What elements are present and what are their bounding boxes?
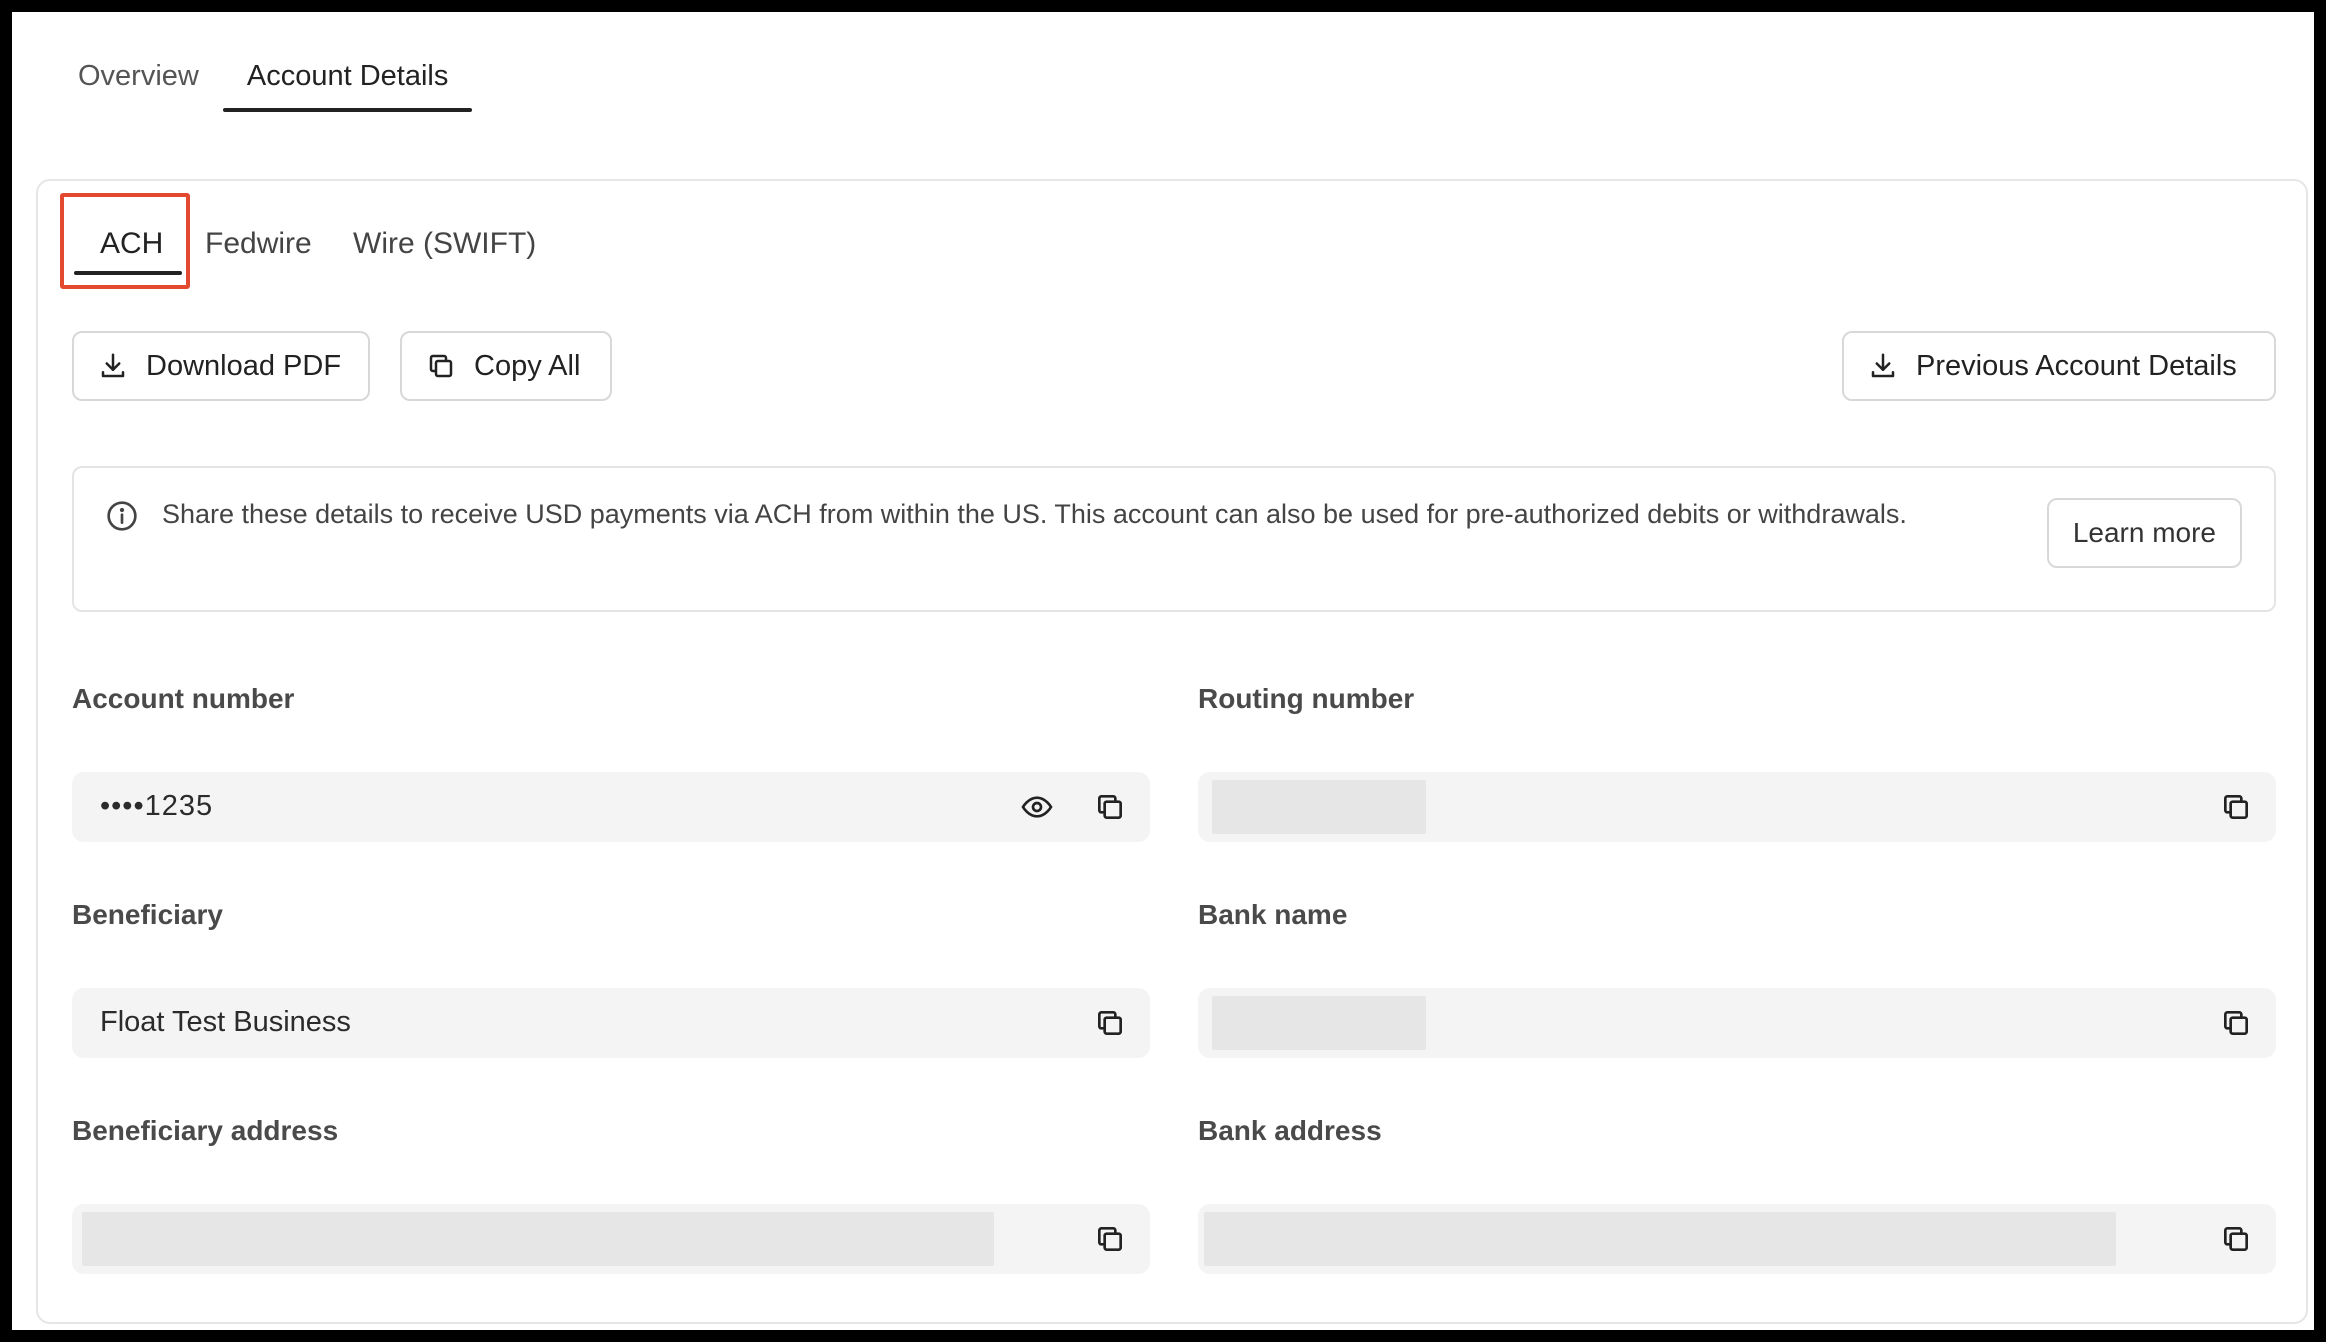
learn-more-button[interactable]: Learn more	[2046, 498, 2242, 568]
ach-info-banner: Share these details to receive USD payme…	[72, 466, 2276, 612]
redacted-value	[1212, 780, 1426, 834]
account-number-label: Account number	[72, 683, 295, 714]
copy-all-label: Copy All	[474, 349, 581, 382]
window-frame: Overview Account Details ACH Fedwire Wir…	[0, 0, 2326, 1342]
download-icon	[1868, 351, 1898, 381]
copy-all-button[interactable]: Copy All	[400, 331, 612, 401]
tab-ach-label: ACH	[100, 227, 164, 260]
beneficiary-field: Float Test Business	[72, 988, 1150, 1058]
redacted-value	[82, 1212, 994, 1266]
active-tab-indicator	[74, 271, 182, 275]
copy-icon[interactable]	[2220, 1007, 2252, 1039]
account-details-card: ACH Fedwire Wire (SWIFT) Download PDF Co…	[36, 179, 2308, 1324]
previous-account-details-button[interactable]: Previous Account Details	[1842, 331, 2276, 401]
routing-number-label: Routing number	[1198, 683, 1415, 714]
download-icon	[98, 351, 128, 381]
download-pdf-button[interactable]: Download PDF	[72, 331, 370, 401]
tab-wire-label: Wire (SWIFT)	[353, 227, 537, 260]
page: Overview Account Details ACH Fedwire Wir…	[24, 24, 2308, 1324]
tab-fedwire-label: Fedwire	[205, 227, 312, 260]
bank-address-field	[1198, 1204, 2276, 1274]
copy-icon[interactable]	[2220, 1223, 2252, 1255]
eye-icon[interactable]	[1020, 791, 1054, 823]
redacted-value	[1212, 996, 1426, 1050]
copy-icon[interactable]	[2220, 791, 2252, 823]
beneficiary-address-field	[72, 1204, 1150, 1274]
previous-account-details-label: Previous Account Details	[1916, 349, 2237, 382]
beneficiary-value: Float Test Business	[100, 1006, 351, 1038]
redacted-value	[1204, 1212, 2116, 1266]
routing-number-field	[1198, 772, 2276, 842]
top-tabs: Overview Account Details	[54, 46, 472, 112]
account-number-value: ••••1235	[100, 790, 214, 822]
bank-name-field	[1198, 988, 2276, 1058]
tab-ach[interactable]: ACH	[60, 193, 190, 289]
beneficiary-label: Beneficiary	[72, 899, 223, 930]
info-text: Share these details to receive USD payme…	[162, 499, 1907, 529]
copy-icon[interactable]	[1094, 1007, 1126, 1039]
bank-name-label: Bank name	[1198, 899, 1348, 930]
info-icon	[106, 500, 138, 532]
download-pdf-label: Download PDF	[146, 349, 342, 382]
copy-icon[interactable]	[1094, 1223, 1126, 1255]
copy-icon	[426, 351, 456, 381]
bank-address-label: Bank address	[1198, 1115, 1382, 1146]
copy-icon[interactable]	[1094, 791, 1126, 823]
tab-account-details[interactable]: Account Details	[222, 46, 473, 112]
beneficiary-address-label: Beneficiary address	[72, 1115, 339, 1146]
tab-overview[interactable]: Overview	[54, 46, 223, 112]
account-number-field: ••••1235	[72, 772, 1150, 842]
